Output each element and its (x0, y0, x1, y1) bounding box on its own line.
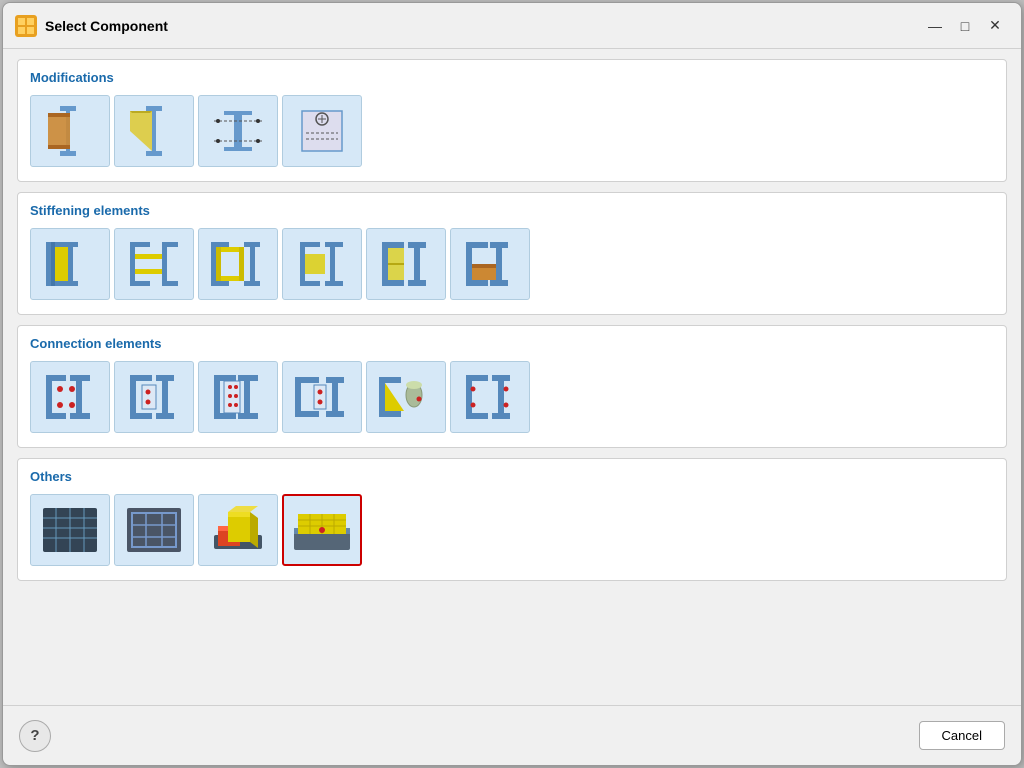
connection-section: Connection elements (17, 325, 1007, 448)
stiffening-icons (30, 228, 994, 300)
conn2-item[interactable] (114, 361, 194, 433)
modifications-icons (30, 95, 994, 167)
stiffening-title: Stiffening elements (30, 203, 994, 218)
cancel-button[interactable]: Cancel (919, 721, 1005, 750)
other2-item[interactable] (114, 494, 194, 566)
minimize-button[interactable]: — (921, 12, 949, 40)
help-button[interactable]: ? (19, 720, 51, 752)
mod1-item[interactable] (30, 95, 110, 167)
connection-icons (30, 361, 994, 433)
other1-item[interactable] (30, 494, 110, 566)
mod4-item[interactable] (282, 95, 362, 167)
stiff3-item[interactable] (198, 228, 278, 300)
footer: ? Cancel (3, 705, 1021, 765)
modifications-section: Modifications (17, 59, 1007, 182)
stiff6-item[interactable] (450, 228, 530, 300)
select-component-dialog: Select Component — □ ✕ Modifications (2, 2, 1022, 766)
title-bar: Select Component — □ ✕ (3, 3, 1021, 49)
stiff4-item[interactable] (282, 228, 362, 300)
conn6-item[interactable] (450, 361, 530, 433)
stiff5-item[interactable] (366, 228, 446, 300)
connection-title: Connection elements (30, 336, 994, 351)
stiffening-section: Stiffening elements (17, 192, 1007, 315)
conn3-item[interactable] (198, 361, 278, 433)
content-area: Modifications (3, 49, 1021, 705)
close-button[interactable]: ✕ (981, 12, 1009, 40)
conn4-item[interactable] (282, 361, 362, 433)
conn5-item[interactable] (366, 361, 446, 433)
others-icons: Fasteners (30, 494, 994, 566)
modifications-title: Modifications (30, 70, 994, 85)
stiff1-item[interactable] (30, 228, 110, 300)
mod2-item[interactable] (114, 95, 194, 167)
app-icon (15, 15, 37, 37)
other3-item[interactable] (198, 494, 278, 566)
maximize-button[interactable]: □ (951, 12, 979, 40)
conn1-item[interactable] (30, 361, 110, 433)
others-title: Others (30, 469, 994, 484)
other4-item[interactable]: Fasteners (282, 494, 362, 566)
stiff2-item[interactable] (114, 228, 194, 300)
mod3-item[interactable] (198, 95, 278, 167)
dialog-title: Select Component (45, 18, 919, 34)
others-section: Others (17, 458, 1007, 581)
